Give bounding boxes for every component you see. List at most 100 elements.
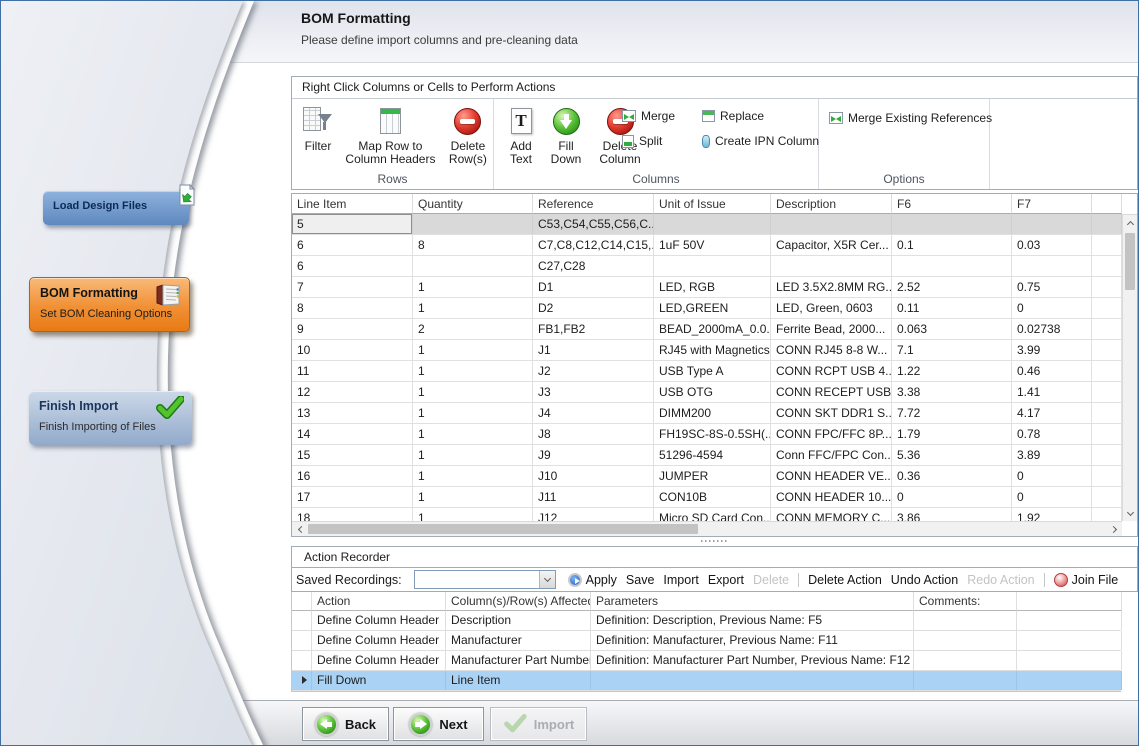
grid-cell[interactable]: Definition: Manufacturer Part Number, Pr… [591, 651, 914, 670]
row-selector-cell[interactable] [292, 611, 312, 630]
undo-action-link[interactable]: Undo Action [891, 573, 958, 587]
grid-cell[interactable]: 7 [292, 277, 413, 297]
column-header[interactable]: Comments: [914, 592, 1017, 611]
grid-cell[interactable]: USB Type A [654, 361, 771, 381]
table-row[interactable]: 101J1RJ45 with MagneticsCONN RJ45 8-8 W.… [292, 340, 1137, 361]
grid-cell[interactable]: 1uF 50V [654, 235, 771, 255]
grid-cell[interactable]: 16 [292, 466, 413, 486]
grid-cell[interactable]: 1.22 [892, 361, 1012, 381]
grid-cell[interactable]: J11 [533, 487, 654, 507]
grid-cell[interactable]: 3.89 [1012, 445, 1092, 465]
grid-cell[interactable]: LED, RGB [654, 277, 771, 297]
grid-cell[interactable]: J10 [533, 466, 654, 486]
table-row[interactable]: 171J11CON10BCONN HEADER 10...00 [292, 487, 1137, 508]
grid-cell[interactable]: 1 [413, 508, 533, 522]
grid-cell[interactable]: Description [446, 611, 591, 630]
grid-cell[interactable]: 0 [1012, 298, 1092, 318]
merge-existing-references-button[interactable]: Merge Existing References [829, 111, 992, 125]
grid-cell[interactable]: 6 [292, 256, 413, 276]
table-row[interactable]: 121J3USB OTGCONN RECEPT USB...3.381.41 [292, 382, 1137, 403]
grid-cell[interactable]: Definition: Description, Previous Name: … [591, 611, 914, 630]
row-selector-cell[interactable] [292, 631, 312, 650]
grid-cell[interactable]: 51296-4594 [654, 445, 771, 465]
grid-cell[interactable] [892, 214, 1012, 234]
grid-cell[interactable] [1012, 214, 1092, 234]
grid-cell[interactable]: USB OTG [654, 382, 771, 402]
grid-cell[interactable]: Definition: Manufacturer, Previous Name:… [591, 631, 914, 650]
merge-button[interactable]: Merge [622, 109, 698, 123]
split-button[interactable]: Split [622, 134, 698, 148]
grid-cell[interactable]: 1.92 [1012, 508, 1092, 522]
grid-cell[interactable]: LED, Green, 0603 [771, 298, 892, 318]
grid-cell[interactable]: 8 [413, 235, 533, 255]
grid-cell[interactable]: J9 [533, 445, 654, 465]
grid-cell[interactable]: Define Column Header [312, 651, 446, 670]
grid-cell[interactable] [914, 631, 1017, 650]
grid-cell[interactable]: Micro SD Card Con... [654, 508, 771, 522]
delete-action-link[interactable]: Delete Action [808, 573, 882, 587]
grid-cell[interactable]: 3.86 [892, 508, 1012, 522]
grid-cell[interactable]: 15 [292, 445, 413, 465]
row-selector-cell[interactable] [292, 671, 312, 690]
apply-link[interactable]: Apply [568, 573, 617, 587]
grid-cell[interactable]: 0.063 [892, 319, 1012, 339]
grid-cell[interactable]: CONN MEMORY C... [771, 508, 892, 522]
table-row[interactable]: 161J10JUMPERCONN HEADER VE...0.360 [292, 466, 1137, 487]
grid-cell[interactable]: 3.38 [892, 382, 1012, 402]
grid-cell[interactable]: Define Column Header [312, 611, 446, 630]
grid-cell[interactable]: 7.1 [892, 340, 1012, 360]
grid-cell[interactable]: C27,C28 [533, 256, 654, 276]
action-row[interactable]: Define Column HeaderManufacturer Part Nu… [292, 651, 1121, 671]
sidebar-step-load-design-files[interactable]: Load Design Files [43, 191, 189, 225]
action-row[interactable]: Define Column HeaderDescriptionDefinitio… [292, 611, 1121, 631]
sidebar-step-bom-formatting[interactable]: BOM Formatting Set BOM Cleaning Options [29, 277, 190, 332]
row-selector-cell[interactable] [292, 651, 312, 670]
grid-cell[interactable]: 0 [892, 487, 1012, 507]
scroll-right-button[interactable] [1107, 522, 1122, 537]
column-header[interactable]: Quantity [413, 194, 533, 214]
grid-cell[interactable]: 1 [413, 277, 533, 297]
grid-cell[interactable] [413, 256, 533, 276]
delete-link[interactable]: Delete [753, 573, 789, 587]
grid-cell[interactable]: 1 [413, 466, 533, 486]
grid-cell[interactable]: J8 [533, 424, 654, 444]
vertical-scrollbar-thumb[interactable] [1125, 233, 1135, 290]
grid-cell[interactable] [892, 256, 1012, 276]
grid-cell[interactable]: 2 [413, 319, 533, 339]
table-row[interactable]: 92FB1,FB2BEAD_2000mA_0.0...Ferrite Bead,… [292, 319, 1137, 340]
grid-cell[interactable]: 1 [413, 445, 533, 465]
column-header[interactable]: Line Item [292, 194, 413, 214]
grid-cell[interactable]: CONN RJ45 8-8 W... [771, 340, 892, 360]
grid-cell[interactable]: Manufacturer [446, 631, 591, 650]
table-row[interactable]: 6 C27,C28 [292, 256, 1137, 277]
grid-cell[interactable]: 14 [292, 424, 413, 444]
grid-cell[interactable] [1012, 256, 1092, 276]
grid-cell[interactable]: Manufacturer Part Number [446, 651, 591, 670]
grid-cell[interactable] [654, 214, 771, 234]
grid-cell[interactable]: 1 [413, 403, 533, 423]
column-header[interactable]: Unit of Issue [654, 194, 771, 214]
grid-cell[interactable]: 1 [413, 424, 533, 444]
saved-recordings-combobox[interactable] [414, 570, 556, 589]
redo-action-link[interactable]: Redo Action [967, 573, 1034, 587]
grid-cell[interactable]: C7,C8,C12,C14,C15,... [533, 235, 654, 255]
horizontal-scrollbar[interactable] [292, 521, 1122, 536]
scroll-up-button[interactable] [1123, 215, 1138, 230]
table-row[interactable]: 111J2USB Type ACONN RCPT USB 4...1.220.4… [292, 361, 1137, 382]
scroll-left-button[interactable] [292, 522, 307, 537]
table-row[interactable]: 68C7,C8,C12,C14,C15,...1uF 50VCapacitor,… [292, 235, 1137, 256]
grid-cell[interactable]: CONN SKT DDR1 S... [771, 403, 892, 423]
grid-cell[interactable]: 8 [292, 298, 413, 318]
grid-cell[interactable] [914, 671, 1017, 690]
grid-cell[interactable]: J1 [533, 340, 654, 360]
save-link[interactable]: Save [626, 573, 655, 587]
table-row[interactable]: 151J951296-4594Conn FFC/FPC Con...5.363.… [292, 445, 1137, 466]
action-row[interactable]: Fill DownLine Item [292, 671, 1121, 691]
grid-cell[interactable]: Define Column Header [312, 631, 446, 650]
grid-cell[interactable]: Capacitor, X5R Cer... [771, 235, 892, 255]
grid-cell[interactable]: 0.02738 [1012, 319, 1092, 339]
scroll-down-button[interactable] [1123, 506, 1138, 521]
grid-cell[interactable]: CONN HEADER 10... [771, 487, 892, 507]
grid-cell[interactable]: Fill Down [312, 671, 446, 690]
grid-cell[interactable] [914, 651, 1017, 670]
